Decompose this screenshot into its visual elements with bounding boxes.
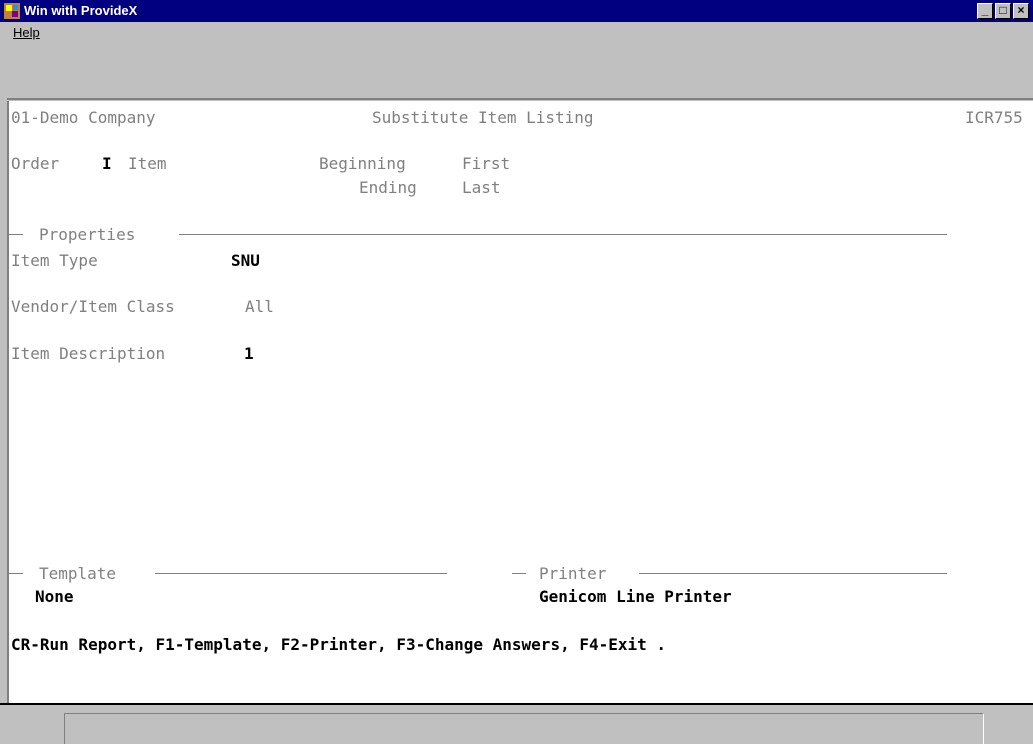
status-pane — [64, 713, 984, 744]
maximize-button[interactable]: □ — [995, 3, 1011, 19]
close-button[interactable]: × — [1013, 3, 1029, 19]
window-titlebar[interactable]: Win with ProvideX _ □ × — [0, 0, 1033, 22]
vendor-class-value[interactable]: All — [245, 297, 274, 317]
menu-bar: Help — [0, 22, 1033, 44]
template-value[interactable]: None — [35, 587, 74, 607]
item-desc-value[interactable]: 1 — [244, 344, 254, 364]
template-header: Template — [39, 564, 117, 583]
report-title: Substitute Item Listing — [372, 108, 594, 127]
order-value[interactable]: I — [102, 154, 112, 174]
beginning-label: Beginning — [319, 154, 406, 173]
report-screen: 01-Demo Company Substitute Item Listing … — [7, 101, 1033, 703]
printer-header: Printer — [539, 564, 607, 583]
printer-rule-right — [639, 573, 947, 574]
command-prompt: CR-Run Report, F1-Template, F2-Printer, … — [11, 635, 667, 654]
template-rule-left — [9, 573, 23, 574]
maximize-icon: □ — [999, 3, 1007, 17]
order-field: Item — [128, 154, 167, 173]
window-title: Win with ProvideX — [24, 3, 138, 18]
close-icon: × — [1017, 3, 1025, 17]
beginning-value[interactable]: First — [462, 154, 510, 174]
item-type-value[interactable]: SNU — [231, 251, 260, 271]
order-label: Order — [11, 154, 60, 173]
divider — [7, 98, 1033, 100]
properties-rule-right — [179, 234, 947, 235]
vendor-class-label: Vendor/Item Class — [11, 297, 175, 316]
template-rule-right — [155, 573, 447, 574]
report-code: ICR755 — [965, 108, 1023, 127]
properties-rule-left — [9, 234, 23, 235]
minimize-icon: _ — [981, 3, 989, 17]
item-type-label: Item Type — [11, 251, 98, 270]
printer-value[interactable]: Genicom Line Printer — [539, 587, 732, 607]
providex-app-icon — [4, 3, 20, 19]
properties-header: Properties — [39, 225, 136, 244]
status-bar — [0, 703, 1033, 744]
item-desc-label: Item Description — [11, 344, 166, 363]
menu-help[interactable]: Help — [13, 25, 40, 40]
ending-value[interactable]: Last — [462, 178, 501, 198]
ending-label: Ending — [359, 178, 417, 197]
company-name: 01-Demo Company — [11, 108, 156, 127]
printer-rule-left — [512, 573, 526, 574]
minimize-button[interactable]: _ — [977, 3, 993, 19]
